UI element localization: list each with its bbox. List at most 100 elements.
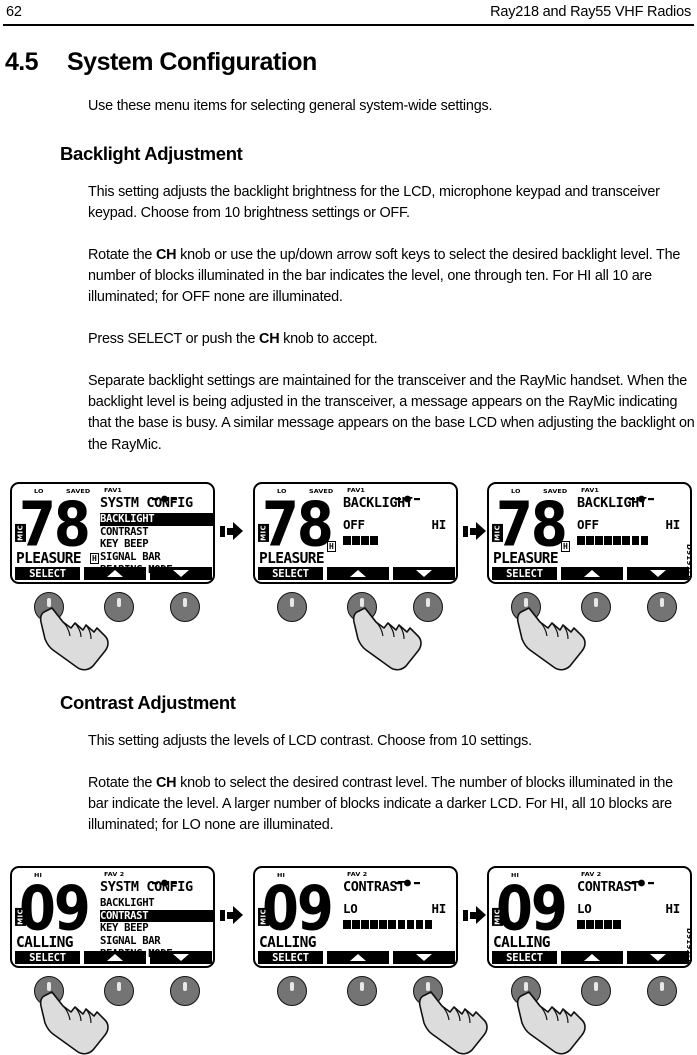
soft-key-button-3[interactable]: [647, 976, 677, 1006]
lcd-level-block: [595, 536, 603, 545]
lcd-menu-item-signal-bar[interactable]: SIGNAL BAR: [100, 935, 213, 948]
lcd-level-block: [631, 536, 640, 545]
lcd-menu-item-backlight[interactable]: BACKLIGHT: [100, 897, 213, 910]
lcd-softkey-select[interactable]: SELECT: [258, 951, 323, 964]
up-arrow-icon: [584, 570, 600, 577]
lcd-fav-label: FAV1: [104, 487, 122, 494]
soft-key-button-3[interactable]: [647, 592, 677, 622]
lcd-softkey-up[interactable]: [561, 567, 623, 580]
lcd-softkey-down[interactable]: [393, 567, 455, 580]
lcd-bar-low-label: OFF: [343, 517, 365, 532]
contrast-heading: Contrast Adjustment: [60, 692, 236, 713]
lcd-menu-item-backlight[interactable]: BACKLIGHT: [100, 513, 213, 526]
ct-p2-a: Rotate the: [88, 775, 156, 791]
lcd-softkey-down[interactable]: [393, 951, 455, 964]
bl-p3-bold: CH: [259, 331, 280, 347]
lcd-status-word: PLEASURE: [493, 550, 559, 567]
pointing-hand-icon: [516, 991, 586, 1055]
lcd-menu-item-key-beep[interactable]: KEY BEEP: [100, 922, 213, 935]
lcd-softkey-select[interactable]: SELECT: [492, 951, 557, 964]
lcd-mic-badge: MIC: [258, 908, 269, 926]
pointing-hand: [516, 606, 592, 672]
lcd-softkey-down[interactable]: [627, 951, 689, 964]
lcd-screen-systm-config-menu: LO SAVED FAV1 78 MIC PLEASURE SYSTM CONFIG BAC…: [10, 482, 215, 584]
lcd-bar-high-label: HI: [431, 901, 447, 916]
lcd-softkey-up[interactable]: [84, 567, 146, 580]
lcd-softkey-up[interactable]: [327, 567, 389, 580]
lcd-menu-title: SYSTM CONFIG: [100, 879, 193, 895]
lcd-level-block: [604, 920, 612, 929]
pointing-hand-icon: [39, 991, 109, 1055]
lcd-unit-1: HI FAV 2 09 MIC CALLING SYSTM CONFIG BACKLIGH…: [10, 866, 215, 1055]
lcd-level-block: [577, 536, 585, 545]
soft-key-button-3[interactable]: [170, 976, 200, 1006]
lcd-softkey-up[interactable]: [561, 951, 623, 964]
lcd-level-block: [352, 920, 360, 929]
lcd-menu-title: BACKLIGHT: [343, 495, 413, 511]
lcd-menu-item-key-beep[interactable]: KEY BEEP: [100, 538, 213, 551]
lcd-level-bar: [577, 920, 621, 929]
soft-key-button-2[interactable]: [347, 976, 377, 1006]
lcd-softkey-down[interactable]: [150, 567, 212, 580]
bl-p2-b: knob or use the up/down arrow soft keys …: [88, 247, 681, 306]
lcd-softkey-select[interactable]: SELECT: [258, 567, 323, 580]
lcd-level-block: [586, 920, 594, 929]
lcd-bar-high-label: HI: [431, 517, 447, 532]
lcd-softkey-select[interactable]: SELECT: [492, 567, 557, 580]
lcd-channel-number: 09: [262, 874, 334, 945]
pointing-hand: [39, 990, 115, 1055]
lcd-softkey-select[interactable]: SELECT: [15, 951, 80, 964]
up-arrow-icon: [350, 954, 366, 961]
lcd-mic-badge: MIC: [15, 524, 26, 542]
lcd-level-block: [343, 536, 351, 545]
backlight-paragraph-1: This setting adjusts the backlight brigh…: [88, 184, 660, 222]
pointing-hand-icon: [516, 607, 586, 671]
figure-backlight-id: D9191-1: [685, 544, 693, 580]
lcd-level-block: [343, 920, 351, 929]
soft-key-button-1[interactable]: [277, 592, 307, 622]
lcd-softkey-down[interactable]: [627, 567, 689, 580]
lcd-mic-badge: MIC: [492, 908, 503, 926]
lcd-softkey-bar: SELECT: [15, 567, 212, 580]
lcd-menu-item-contrast[interactable]: CONTRAST: [100, 909, 213, 923]
lcd-channel-number: 09: [496, 874, 568, 945]
lcd-handset-marker: H: [90, 553, 99, 564]
soft-key-button-1[interactable]: [277, 976, 307, 1006]
lcd-bar-low-label: LO: [343, 901, 358, 916]
lcd-mic-badge: MIC: [15, 908, 26, 926]
lcd-level-block: [361, 920, 369, 929]
flow-arrow-icon: [463, 906, 486, 924]
pointing-hand-icon: [352, 607, 422, 671]
lcd-softkey-up[interactable]: [84, 951, 146, 964]
backlight-heading: Backlight Adjustment: [60, 143, 243, 164]
lcd-softkey-bar: SELECT: [258, 567, 455, 580]
lcd-level-bar: [577, 536, 649, 545]
bl-p2-bold: CH: [155, 247, 177, 263]
lcd-channel-number: 78: [262, 490, 334, 561]
lcd-channel-number: 78: [19, 490, 91, 561]
button-row-2: [253, 974, 488, 1055]
lcd-softkey-down[interactable]: [150, 951, 212, 964]
lcd-menu-title: CONTRAST: [343, 879, 405, 895]
pointing-hand: [418, 990, 494, 1055]
lcd-screen-backlight-level-low: LO SAVED FAV1 78 MIC PLEASURE BACKLIGHT H OFF HI…: [253, 482, 458, 584]
ct-p2-bold: CH: [155, 775, 177, 791]
lcd-softkey-bar: SELECT: [492, 567, 689, 580]
soft-key-button-3[interactable]: [170, 592, 200, 622]
lcd-menu-item-signal-bar[interactable]: SIGNAL BAR: [100, 551, 213, 564]
lcd-softkey-up[interactable]: [327, 951, 389, 964]
lcd-handset-marker: H: [327, 541, 336, 552]
lcd-level-block: [397, 920, 406, 929]
lcd-status-word: PLEASURE: [16, 550, 82, 567]
lcd-menu-item-contrast[interactable]: CONTRAST: [100, 526, 213, 539]
lcd-handset-marker: H: [561, 541, 570, 552]
lcd-softkey-bar: SELECT: [15, 951, 212, 964]
down-arrow-icon: [416, 954, 432, 961]
contrast-paragraph-2: Rotate the CH knob to select the desired…: [88, 773, 696, 837]
lcd-level-bar: [343, 536, 378, 545]
lcd-bar-high-label: HI: [665, 517, 681, 532]
button-row-1: [10, 974, 215, 1055]
bl-p2-a: Rotate the: [88, 247, 156, 263]
lcd-softkey-select[interactable]: SELECT: [15, 567, 80, 580]
lcd-level-block: [370, 920, 378, 929]
